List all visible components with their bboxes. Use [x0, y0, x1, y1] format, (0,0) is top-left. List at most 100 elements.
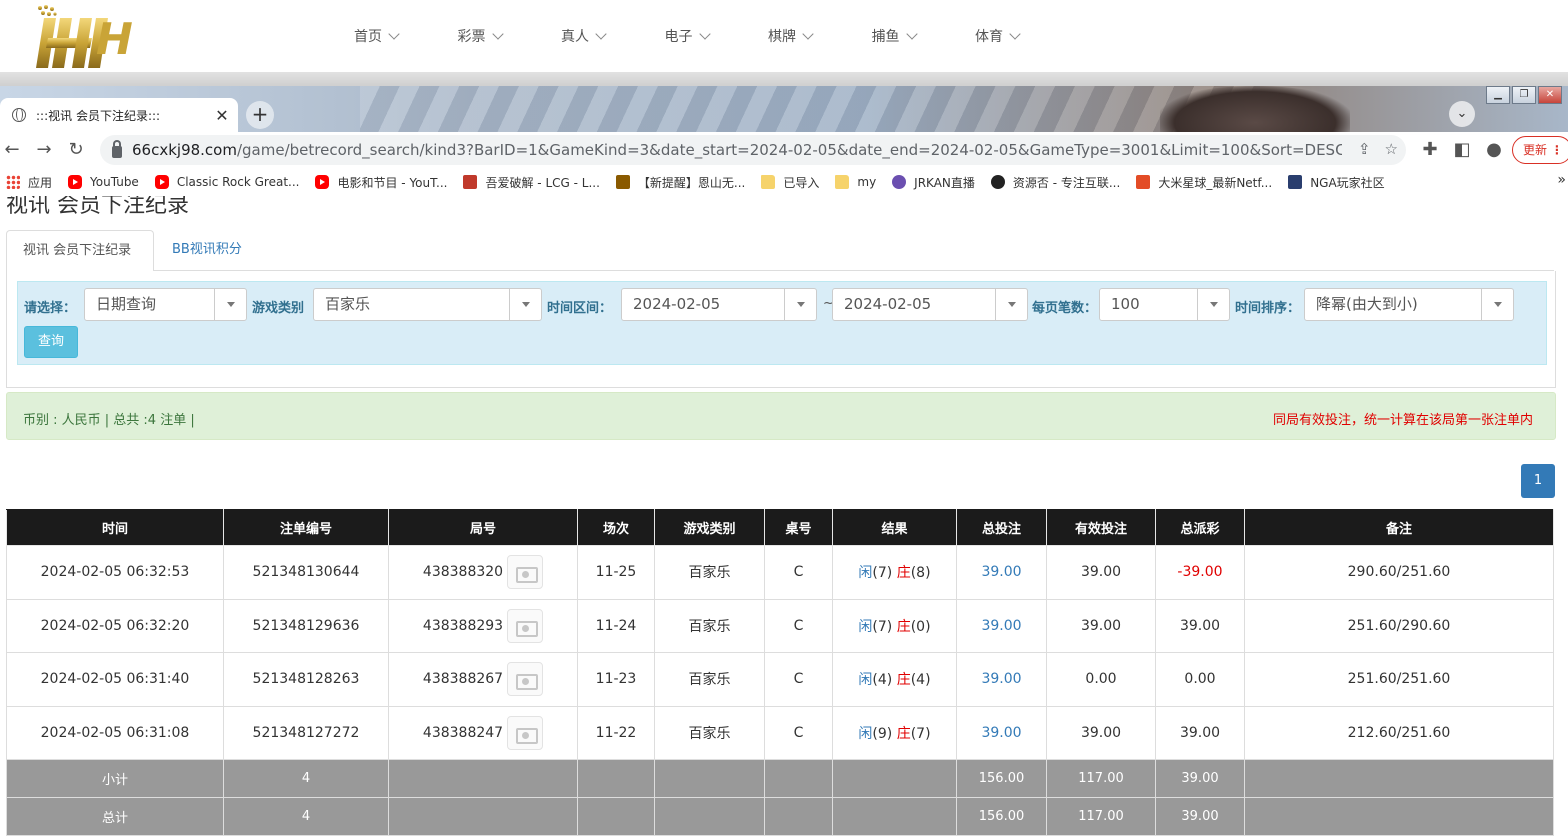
extensions-puzzle-icon[interactable]: ✚: [1418, 138, 1442, 162]
date-start-select[interactable]: 2024-02-05: [621, 288, 817, 321]
close-window-icon[interactable]: ✕: [1538, 86, 1562, 104]
query-button[interactable]: 查询: [24, 326, 78, 358]
result-banker-score: (4): [910, 672, 931, 689]
sort-select[interactable]: 降幂(由大到小): [1304, 288, 1514, 321]
theme-background: [360, 86, 1260, 132]
back-arrow-icon[interactable]: ←: [0, 138, 24, 162]
nav-item-cards[interactable]: 棋牌: [754, 0, 858, 72]
nav-item-lottery[interactable]: 彩票: [444, 0, 548, 72]
cell-bet-id: 521348127272: [223, 705, 389, 760]
result-player-score: (9): [872, 725, 893, 742]
more-vert-icon: ⋮: [1550, 143, 1563, 157]
bookmark-my[interactable]: my: [835, 175, 876, 189]
nav-item-fishing[interactable]: 捕鱼: [858, 0, 962, 72]
table-row: 2024-02-05 06:31:08 521348127272 438388247…: [6, 705, 1554, 760]
nav-item-live[interactable]: 真人: [547, 0, 651, 72]
bookmark-right[interactable]: 【新提醒】恩山无...: [615, 174, 745, 191]
game-type-select[interactable]: 百家乐: [313, 288, 542, 321]
subtotal-row: 小计 4 156.00 117.00 39.00: [6, 759, 1554, 798]
page-size-select[interactable]: 100: [1099, 288, 1230, 321]
nav-item-electronic[interactable]: 电子: [651, 0, 755, 72]
video-replay-icon[interactable]: [507, 715, 544, 750]
nav-item-home[interactable]: 首页: [340, 0, 444, 72]
summary-currency-count: 币别 : 人民币 | 总共 :4 注单 |: [23, 413, 195, 428]
result-player-label[interactable]: 闲: [858, 619, 872, 635]
cell-total-bet[interactable]: 39.00: [956, 705, 1047, 760]
browser-tab-title: :::视讯 会员下注纪录:::: [36, 108, 161, 123]
bet-rows: 2024-02-05 06:32:53 521348130644 438388320…: [6, 545, 1554, 836]
bookmark-resource[interactable]: 资源否 - 专注互联...: [990, 174, 1120, 191]
col-header-bet-id: 注单编号: [223, 509, 389, 546]
cell-game: 百家乐: [654, 545, 765, 600]
grandtotal-valid-bet: 117.00: [1046, 797, 1156, 836]
folder-icon: [761, 175, 776, 189]
summary-bar: 币别 : 人民币 | 总共 :4 注单 | 同局有效投注，统一计算在该局第一张注…: [6, 392, 1556, 440]
close-icon[interactable]: ✕: [210, 103, 234, 127]
minimize-icon[interactable]: ▁: [1486, 86, 1510, 104]
cell-table: C: [764, 598, 833, 653]
tab-search-button[interactable]: ⌄: [1449, 101, 1475, 127]
page-title: 视讯 会员下注纪录: [6, 196, 189, 218]
bookmark-label: NGA玩家社区: [1310, 175, 1385, 190]
tab-bet-records[interactable]: 视讯 会员下注纪录: [6, 230, 154, 272]
pagination-page-1[interactable]: 1: [1521, 464, 1555, 498]
round-number: 438388293: [422, 617, 504, 634]
bookmark-movies[interactable]: 电影和节目 - YouT...: [315, 174, 447, 191]
share-icon[interactable]: ⇪: [1358, 140, 1371, 158]
cell-total-bet[interactable]: 39.00: [956, 598, 1047, 653]
star-icon[interactable]: ☆: [1385, 140, 1398, 158]
browser-tab-active[interactable]: :::视讯 会员下注纪录::: ✕: [0, 98, 238, 132]
bookmark-imported[interactable]: 已导入: [761, 174, 819, 191]
empty-cell: [654, 797, 765, 836]
result-player-label[interactable]: 闲: [858, 565, 872, 581]
cell-total-bet[interactable]: 39.00: [956, 652, 1047, 707]
cell-result: 闲(4) 庄(4): [832, 652, 957, 707]
result-player-label[interactable]: 闲: [858, 726, 872, 742]
cell-valid-bet: 39.00: [1046, 598, 1156, 653]
col-header-table: 桌号: [764, 509, 833, 546]
forward-arrow-icon[interactable]: →: [32, 138, 56, 162]
empty-cell: [577, 797, 655, 836]
cell-total-bet[interactable]: 39.00: [956, 545, 1047, 600]
date-end-select[interactable]: 2024-02-05: [832, 288, 1028, 321]
lock-icon: [112, 140, 122, 158]
video-replay-icon[interactable]: [507, 662, 544, 697]
reload-icon[interactable]: ↻: [64, 138, 88, 162]
bookmark-nga[interactable]: NGA玩家社区: [1288, 174, 1385, 191]
empty-cell: [1244, 797, 1554, 836]
bookmark-dami[interactable]: 大米星球_最新Netf...: [1136, 174, 1272, 191]
cell-result: 闲(9) 庄(7): [832, 705, 957, 760]
bookmarks-more-button[interactable]: »: [1557, 172, 1566, 188]
update-button[interactable]: 更新 ⋮: [1512, 136, 1568, 164]
col-header-total-bet: 总投注: [956, 509, 1047, 546]
video-replay-icon[interactable]: [507, 555, 544, 590]
bookmark-jrkan[interactable]: JRKAN直播: [892, 174, 975, 191]
maximize-icon[interactable]: ❐: [1512, 86, 1536, 104]
nav-item-sports[interactable]: 体育: [961, 0, 1065, 72]
bookmark-classic-rock[interactable]: Classic Rock Great...: [154, 175, 299, 189]
bookmark-52pojie[interactable]: 吾爱破解 - LCG - L...: [463, 174, 600, 191]
empty-cell: [764, 797, 833, 836]
cell-game: 百家乐: [654, 705, 765, 760]
bookmark-apps[interactable]: 应用: [6, 174, 52, 191]
globe-icon: [12, 108, 26, 122]
result-player-label[interactable]: 闲: [858, 672, 872, 688]
empty-cell: [388, 759, 578, 798]
side-panel-icon[interactable]: ◧: [1450, 138, 1474, 162]
new-tab-button[interactable]: +: [246, 101, 274, 129]
video-replay-icon[interactable]: [507, 608, 544, 643]
table-row: 2024-02-05 06:31:40 521348128263 438388267…: [6, 652, 1554, 707]
profile-icon[interactable]: ●: [1482, 138, 1506, 162]
game-type-value: 百家乐: [325, 295, 371, 313]
result-banker-label: 庄: [896, 565, 911, 582]
address-bar[interactable]: 66cxkj98.com/game/betrecord_search/kind3…: [100, 135, 1406, 165]
query-type-select[interactable]: 日期查询: [84, 288, 247, 321]
site-logo[interactable]: H GAME: [34, 4, 296, 116]
date-start-value: 2024-02-05: [633, 295, 721, 313]
site-icon: [615, 175, 630, 189]
bookmark-youtube[interactable]: YouTube: [68, 175, 139, 189]
tab-bb-points[interactable]: BB视讯积分: [156, 230, 258, 272]
grandtotal-total-bet: 156.00: [956, 797, 1047, 836]
chevron-down-icon: [698, 28, 711, 40]
result-banker-score: (7): [910, 725, 931, 742]
